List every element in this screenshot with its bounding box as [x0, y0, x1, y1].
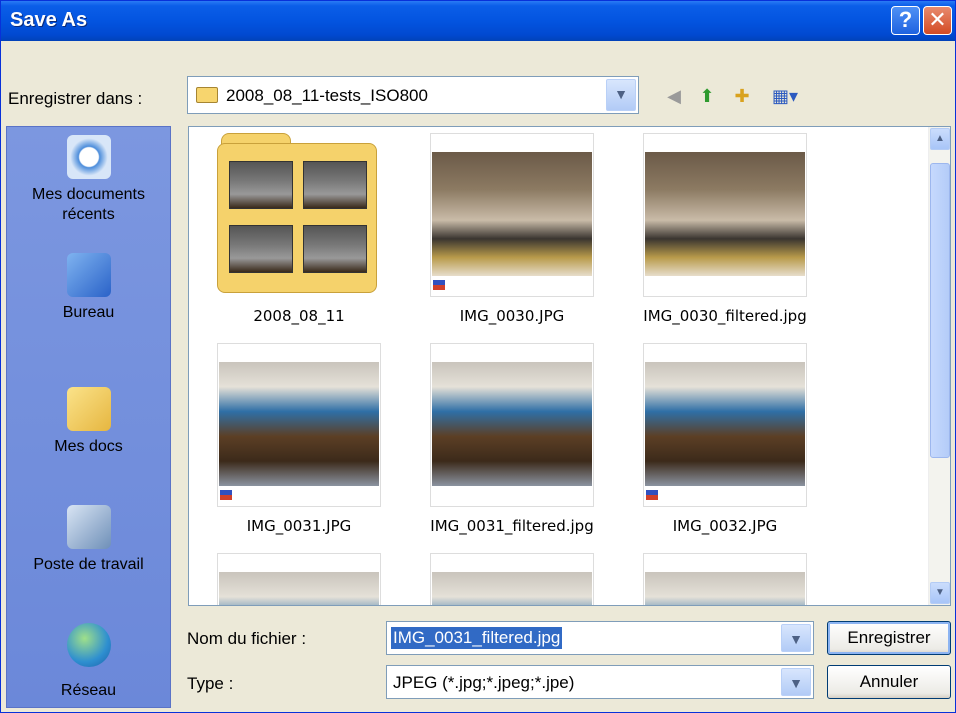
image-thumbnail [217, 553, 381, 605]
place-label: Poste de travail [33, 556, 144, 573]
filename-value[interactable]: IMG_0031_filtered.jpg [391, 627, 563, 649]
title-bar[interactable]: Save As ? ✕ [1, 1, 955, 41]
folder-icon [196, 87, 218, 103]
image-badge-icon [220, 490, 232, 500]
place-label: Réseau [60, 682, 117, 699]
file-name: IMG_0030_filtered.jpg [643, 307, 807, 325]
desktop-icon [66, 253, 111, 297]
image-thumbnail [643, 553, 807, 605]
image-thumbnail [430, 133, 594, 297]
scroll-thumb[interactable] [930, 163, 950, 458]
cancel-button[interactable]: Annuler [827, 665, 951, 699]
places-bar: Mes documents récents Bureau Mes docs Po… [6, 126, 171, 708]
image-badge-icon [433, 280, 445, 290]
new-folder-icon[interactable]: ✚ [729, 83, 755, 109]
save-as-dialog: Save As ? ✕ Enregistrer dans : 2008_08_1… [0, 0, 956, 713]
image-thumbnail [643, 343, 807, 507]
help-button[interactable]: ? [891, 6, 920, 35]
chevron-down-icon[interactable]: ▼ [781, 668, 811, 696]
place-recent-documents[interactable]: Mes documents récents [7, 135, 170, 225]
folder-icon [217, 133, 381, 293]
recent-documents-icon [66, 135, 111, 179]
filetype-value: JPEG (*.jpg;*.jpeg;*.jpe) [393, 673, 575, 692]
file-name: IMG_0031.JPG [246, 517, 352, 535]
place-my-computer[interactable]: Poste de travail [7, 505, 170, 575]
network-icon [66, 623, 111, 667]
close-button[interactable]: ✕ [923, 6, 952, 35]
file-name: IMG_0032.JPG [672, 517, 778, 535]
up-folder-icon[interactable]: ⬆ [694, 83, 720, 109]
filetype-label: Type : [187, 674, 234, 693]
place-label: Mes documents récents [32, 186, 145, 223]
chevron-down-icon[interactable]: ▼ [781, 624, 811, 652]
save-in-value: 2008_08_11-tests_ISO800 [226, 86, 428, 105]
place-label: Mes docs [54, 438, 123, 455]
my-documents-icon [66, 387, 111, 431]
filename-input[interactable]: IMG_0031_filtered.jpg ▼ [386, 621, 814, 655]
image-thumbnail [643, 133, 807, 297]
save-button[interactable]: Enregistrer [827, 621, 951, 655]
save-in-dropdown[interactable]: 2008_08_11-tests_ISO800 ▼ [187, 76, 639, 114]
file-name: 2008_08_11 [253, 307, 345, 325]
filetype-dropdown[interactable]: JPEG (*.jpg;*.jpeg;*.jpe) ▼ [386, 665, 814, 699]
chevron-down-icon[interactable]: ▼ [606, 79, 636, 111]
vertical-scrollbar[interactable]: ▲ ▼ [928, 127, 950, 605]
my-computer-icon [66, 505, 111, 549]
image-thumbnail [217, 343, 381, 507]
place-my-documents[interactable]: Mes docs [7, 387, 170, 457]
place-label: Bureau [62, 304, 115, 321]
image-thumbnail [430, 553, 594, 605]
views-menu-icon[interactable]: ▦▾ [765, 83, 805, 109]
place-desktop[interactable]: Bureau [7, 253, 170, 323]
place-network[interactable]: Réseau [7, 623, 170, 701]
image-badge-icon [646, 490, 658, 500]
file-list[interactable]: 2008_08_11 IMG_0030.JPG IMG_0030_filtere… [188, 126, 951, 606]
scroll-up-icon[interactable]: ▲ [930, 128, 950, 150]
scroll-down-icon[interactable]: ▼ [930, 582, 950, 604]
filename-label: Nom du fichier : [187, 629, 307, 648]
dialog-title: Save As [10, 9, 88, 31]
save-in-label: Enregistrer dans : [8, 89, 143, 108]
image-thumbnail [430, 343, 594, 507]
file-name: IMG_0030.JPG [459, 307, 565, 325]
file-name: IMG_0031_filtered.jpg [430, 517, 594, 535]
back-icon[interactable]: ◀ [661, 83, 687, 109]
